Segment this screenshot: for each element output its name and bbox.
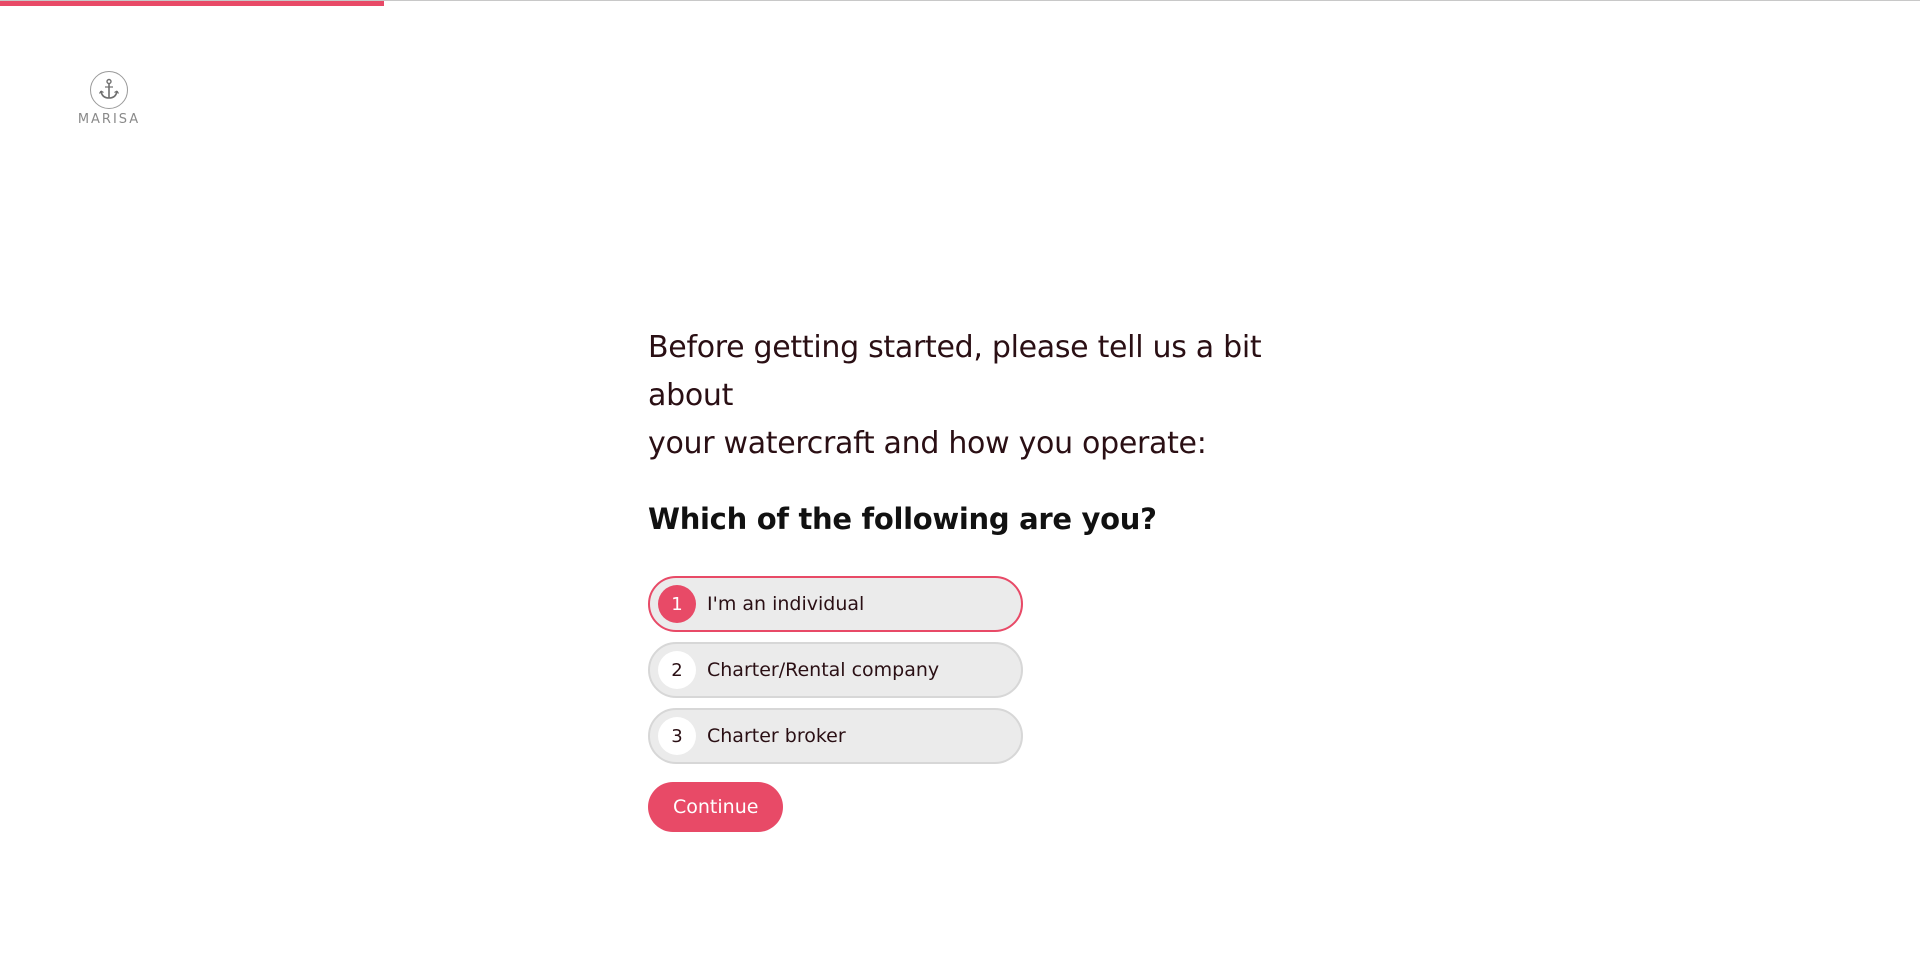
intro-line-2: your watercraft and how you operate:	[648, 426, 1207, 461]
logo[interactable]: MARISA	[71, 71, 147, 131]
option-label: Charter broker	[707, 725, 846, 747]
option-charter-broker[interactable]: 3 Charter broker	[648, 708, 1023, 764]
logo-text: MARISA	[77, 112, 141, 127]
onboarding-form: Before getting started, please tell us a…	[648, 324, 1328, 832]
anchor-icon	[90, 71, 128, 109]
progress-bar-fill	[0, 1, 384, 6]
progress-bar	[0, 0, 1920, 6]
intro-text: Before getting started, please tell us a…	[648, 324, 1328, 468]
options-list: 1 I'm an individual 2 Charter/Rental com…	[648, 576, 1328, 764]
intro-line-1: Before getting started, please tell us a…	[648, 330, 1262, 413]
option-charter-rental-company[interactable]: 2 Charter/Rental company	[648, 642, 1023, 698]
option-label: Charter/Rental company	[707, 659, 940, 681]
option-number-badge: 3	[658, 717, 696, 755]
option-label: I'm an individual	[707, 593, 865, 615]
continue-button[interactable]: Continue	[648, 782, 784, 832]
option-number-badge: 2	[658, 651, 696, 689]
option-individual[interactable]: 1 I'm an individual	[648, 576, 1023, 632]
question-heading: Which of the following are you?	[648, 502, 1157, 536]
option-number-badge: 1	[658, 585, 696, 623]
